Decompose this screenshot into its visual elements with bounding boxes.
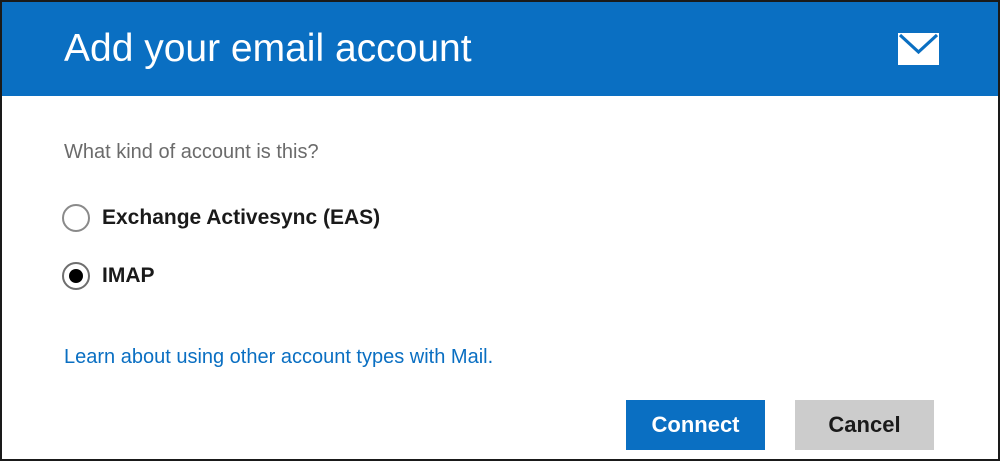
option-label-imap: IMAP [102,264,155,287]
learn-more-link[interactable]: Learn about using other account types wi… [64,345,493,369]
cancel-button[interactable]: Cancel [795,400,934,450]
account-type-question: What kind of account is this? [64,141,319,163]
option-imap[interactable]: IMAP [62,258,155,294]
dialog-title: Add your email account [64,27,472,70]
add-email-account-dialog: Add your email account What kind of acco… [0,0,1000,461]
mail-icon [898,33,939,65]
connect-button[interactable]: Connect [626,400,765,450]
radio-button-imap[interactable] [62,262,90,290]
option-label-exchange: Exchange Activesync (EAS) [102,206,381,229]
option-exchange-activesync[interactable]: Exchange Activesync (EAS) [62,200,380,236]
dialog-header: Add your email account [2,2,998,96]
radio-selected-dot [69,269,83,283]
radio-button-exchange[interactable] [62,204,90,232]
